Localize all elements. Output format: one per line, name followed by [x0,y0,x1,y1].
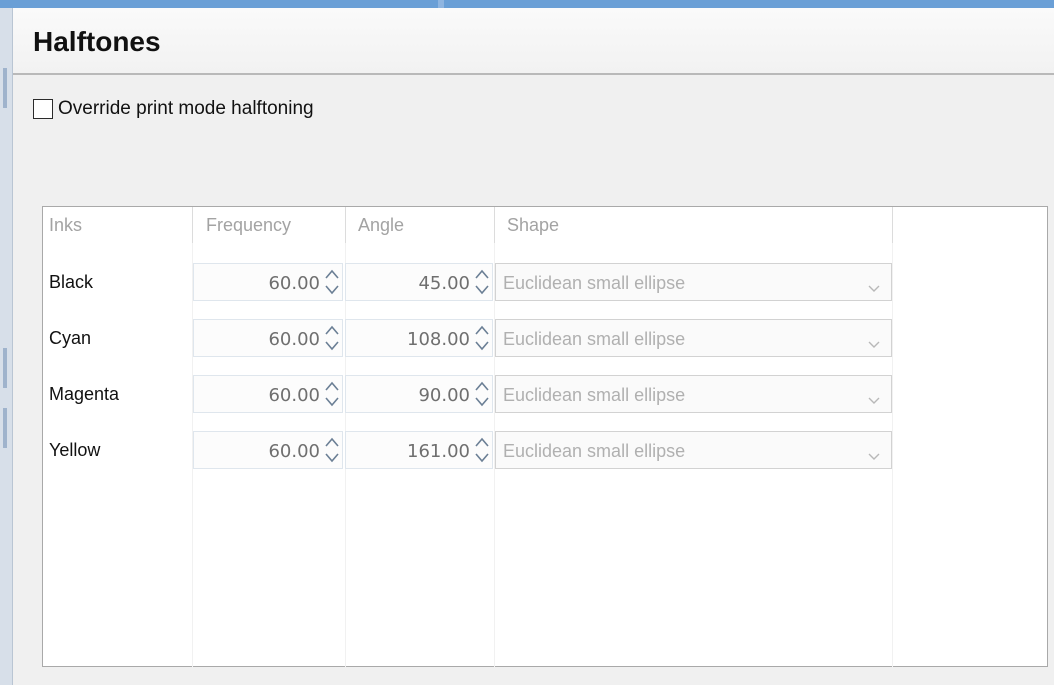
chevron-down-icon [867,390,881,411]
up-down-arrows-icon[interactable] [324,323,340,353]
up-down-arrows-icon[interactable] [474,323,490,353]
shape-dropdown[interactable]: Euclidean small ellipse [495,431,892,469]
frequency-stepper[interactable]: 60.00 [193,375,343,413]
halftone-grid: Inks Frequency Angle Shape Black 60.00 45.… [42,206,1048,668]
frequency-value: 60.00 [268,385,320,406]
angle-stepper[interactable]: 90.00 [345,375,493,413]
column-header-shape[interactable]: Shape [501,207,893,243]
ink-label: Cyan [49,328,92,348]
chevron-down-icon [867,446,881,467]
column-header-inks[interactable]: Inks [43,207,193,243]
left-strip-mark [3,68,7,108]
up-down-arrows-icon[interactable] [474,267,490,297]
window-top-bar [0,0,1054,14]
column-header-angle[interactable]: Angle [352,207,495,243]
left-strip-mark [3,408,7,448]
shape-value: Euclidean small ellipse [503,329,686,349]
angle-stepper[interactable]: 161.00 [345,431,493,469]
left-strip-mark [3,348,7,388]
frequency-value: 60.00 [268,329,320,350]
angle-value: 161.00 [407,441,470,462]
angle-value: 90.00 [418,385,470,406]
angle-stepper[interactable]: 45.00 [345,263,493,301]
frequency-stepper[interactable]: 60.00 [193,263,343,301]
angle-value: 45.00 [418,273,470,294]
angle-value: 108.00 [407,329,470,350]
shape-value: Euclidean small ellipse [503,441,686,461]
frequency-value: 60.00 [268,273,320,294]
shape-dropdown[interactable]: Euclidean small ellipse [495,319,892,357]
column-header-frequency[interactable]: Frequency [200,207,346,243]
ink-label: Magenta [49,384,120,404]
grid-header-row: Inks Frequency Angle Shape [43,207,1047,243]
left-side-strip [0,8,13,685]
shape-dropdown[interactable]: Euclidean small ellipse [495,375,892,413]
shape-value: Euclidean small ellipse [503,385,686,405]
shape-dropdown[interactable]: Euclidean small ellipse [495,263,892,301]
page-title: Halftones [33,26,161,57]
up-down-arrows-icon[interactable] [474,379,490,409]
up-down-arrows-icon[interactable] [324,379,340,409]
override-halftoning-checkbox[interactable]: Override print mode halftoning [33,98,314,120]
ink-label: Black [49,272,94,292]
shape-value: Euclidean small ellipse [503,273,686,293]
chevron-down-icon [867,278,881,299]
frequency-stepper[interactable]: 60.00 [193,431,343,469]
override-halftoning-label: Override print mode halftoning [58,98,314,119]
angle-stepper[interactable]: 108.00 [345,319,493,357]
column-separator [892,207,893,668]
up-down-arrows-icon[interactable] [324,435,340,465]
checkbox-box[interactable] [33,99,53,119]
ink-label: Yellow [49,440,101,460]
halftones-panel: Halftones Override print mode halftoning… [13,8,1054,685]
up-down-arrows-icon[interactable] [474,435,490,465]
frequency-stepper[interactable]: 60.00 [193,319,343,357]
up-down-arrows-icon[interactable] [324,267,340,297]
frequency-value: 60.00 [268,441,320,462]
panel-header: Halftones [13,8,1054,75]
chevron-down-icon [867,334,881,355]
